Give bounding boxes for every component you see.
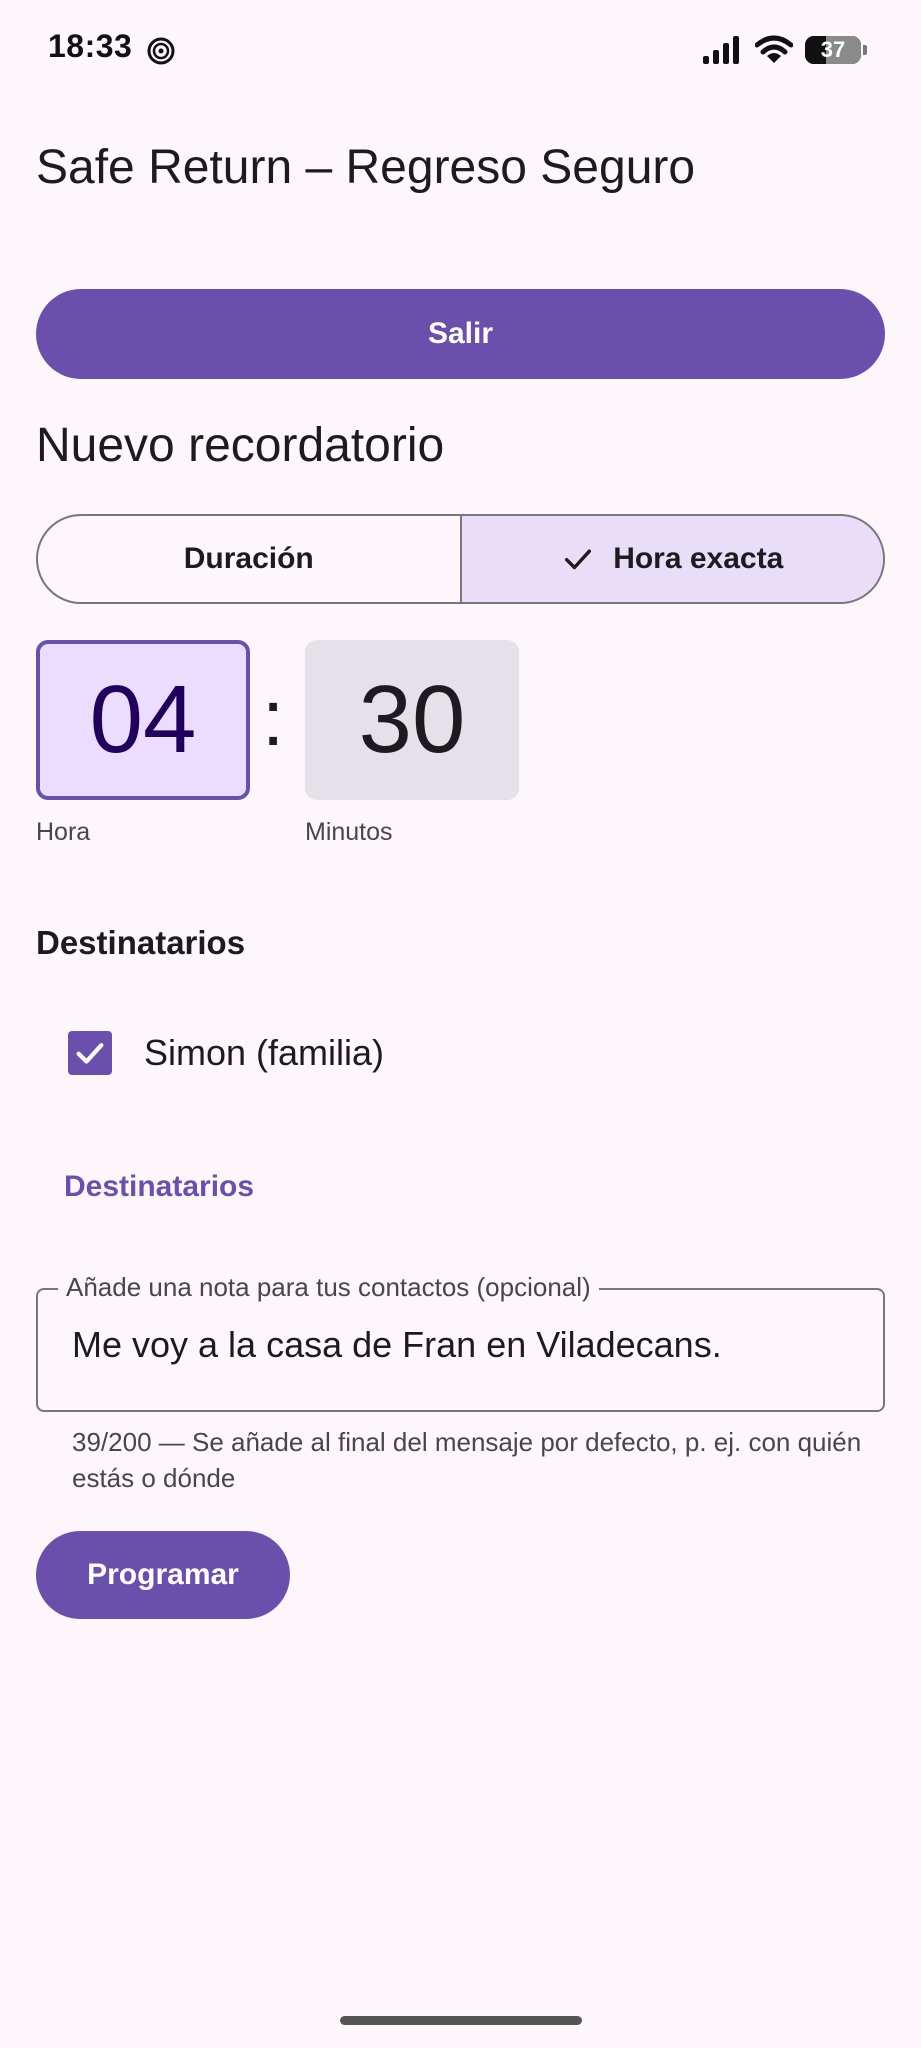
check-icon — [565, 549, 592, 570]
hour-label: Hora — [36, 818, 91, 846]
tab-duration[interactable]: Duración — [38, 516, 460, 602]
status-icons: 37 — [703, 30, 867, 70]
note-field-label: Añade una nota para tus contactos (opcio… — [58, 1272, 599, 1303]
hour-input[interactable]: 04 — [36, 640, 250, 800]
note-helper-text: 39/200 — Se añade al final del mensaje p… — [72, 1427, 862, 1493]
recipient-checkbox[interactable] — [68, 1031, 112, 1075]
status-time: 18:33 — [48, 28, 133, 64]
app-screen: 18:33 37 Safe Return – Regreso Seguro Sa… — [0, 0, 921, 2048]
note-field-value[interactable]: Me voy a la casa de Fran en Viladecans. — [72, 1324, 722, 1366]
home-indicator[interactable] — [340, 2016, 582, 2025]
checkmark-icon — [76, 1043, 104, 1064]
battery-icon: 37 — [805, 36, 867, 64]
wifi-icon — [755, 35, 793, 63]
battery-level: 37 — [820, 37, 846, 62]
mode-selector: Duración Hora exacta — [36, 514, 885, 604]
recipient-label[interactable]: Simon (familia) — [144, 1031, 384, 1075]
new-reminder-heading: Nuevo recordatorio — [36, 419, 445, 472]
app-spiral-icon — [147, 37, 175, 65]
tab-exact-time-label: Hora exacta — [613, 542, 784, 575]
tab-duration-label: Duración — [183, 542, 314, 575]
tab-exact-time[interactable]: Hora exacta — [459, 516, 883, 602]
exit-button[interactable]: Salir — [36, 289, 885, 379]
minutes-input[interactable]: 30 — [305, 640, 519, 800]
recipients-link[interactable]: Destinatarios — [64, 1170, 254, 1204]
note-field[interactable]: Añade una nota para tus contactos (opcio… — [36, 1272, 885, 1412]
status-bar: 18:33 37 — [0, 0, 921, 100]
minutes-label: Minutos — [305, 818, 393, 846]
schedule-button[interactable]: Programar — [36, 1531, 290, 1619]
time-separator: : — [262, 673, 285, 762]
signal-icon — [703, 36, 739, 64]
page-title: Safe Return – Regreso Seguro — [36, 141, 696, 194]
recipients-heading: Destinatarios — [36, 924, 246, 961]
